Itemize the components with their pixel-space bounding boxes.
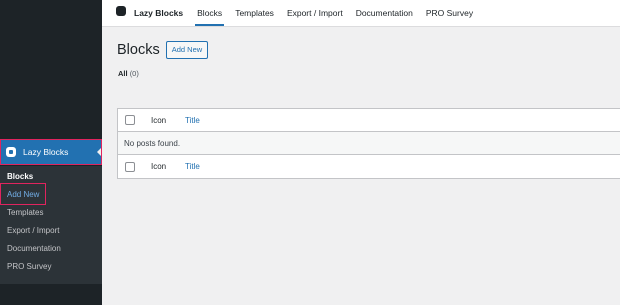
main-content: Blocks Add New All (0) Icon Title No pos… — [102, 28, 620, 305]
sidebar-item-templates[interactable]: Templates — [0, 204, 102, 222]
plugin-top-nav: Lazy Blocks Blocks Templates Export / Im… — [102, 0, 620, 27]
admin-sidebar: Lazy Blocks Blocks Add New Templates Exp… — [0, 0, 102, 305]
sidebar-menu-label: Lazy Blocks — [23, 147, 69, 157]
sidebar-submenu: Blocks Add New Templates Export / Import… — [0, 166, 102, 284]
top-nav-blocks[interactable]: Blocks — [195, 0, 225, 26]
top-nav-pro-survey[interactable]: PRO Survey — [426, 0, 473, 26]
column-header-icon: Icon — [151, 115, 167, 125]
sidebar-item-export-import[interactable]: Export / Import — [0, 222, 102, 240]
lazy-blocks-logo-icon — [6, 147, 16, 157]
view-all-link[interactable]: All (0) — [118, 69, 139, 78]
add-new-button[interactable]: Add New — [165, 41, 209, 59]
top-nav-templates[interactable]: Templates — [235, 0, 274, 26]
column-footer-icon: Icon — [151, 162, 167, 171]
page-title: Blocks — [117, 42, 160, 58]
top-nav-brand: Lazy Blocks — [116, 0, 183, 26]
view-filters: All (0) — [118, 69, 139, 78]
column-header-title[interactable]: Title — [185, 116, 200, 125]
select-all-checkbox[interactable] — [125, 115, 135, 125]
select-all-checkbox-footer[interactable] — [125, 161, 135, 172]
table-footer-row: Icon Title — [118, 155, 620, 178]
top-nav-brand-label: Lazy Blocks — [134, 8, 184, 18]
sidebar-item-blocks[interactable]: Blocks — [0, 168, 102, 186]
lazy-blocks-logo-icon — [116, 6, 126, 16]
column-footer-title[interactable]: Title — [185, 162, 200, 171]
top-nav-documentation[interactable]: Documentation — [356, 0, 413, 26]
top-nav-export-import[interactable]: Export / Import — [287, 0, 343, 26]
sidebar-menu-lazy-blocks[interactable]: Lazy Blocks — [0, 140, 102, 164]
page-header: Blocks Add New — [117, 41, 209, 59]
sidebar-item-documentation[interactable]: Documentation — [0, 240, 102, 258]
no-posts-message: No posts found. — [124, 138, 181, 148]
sidebar-item-add-new[interactable]: Add New — [0, 186, 102, 204]
posts-table: Icon Title No posts found. Icon Title — [117, 108, 620, 179]
table-empty-row: No posts found. — [118, 132, 620, 155]
sidebar-item-pro-survey[interactable]: PRO Survey — [0, 258, 102, 276]
view-all-label: All — [118, 69, 128, 78]
table-header-row: Icon Title — [118, 109, 620, 132]
view-all-count: (0) — [129, 69, 139, 78]
